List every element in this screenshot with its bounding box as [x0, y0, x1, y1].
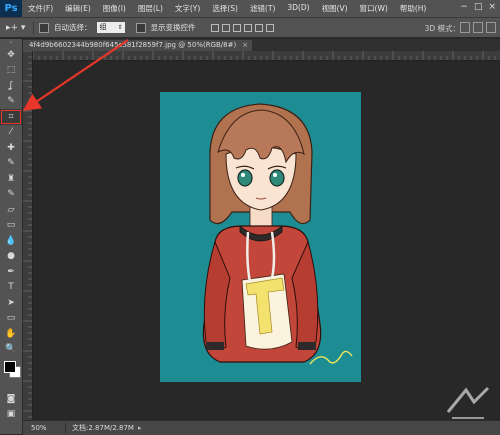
- orbit-3d-icon[interactable]: [460, 22, 470, 33]
- move-tool-icon[interactable]: ✥: [0, 47, 22, 63]
- horizontal-ruler: [32, 51, 500, 61]
- vertical-ruler: [23, 50, 33, 420]
- align-right-icon[interactable]: [265, 23, 274, 32]
- menu-bar: Ps 文件(F) 编辑(E) 图像(I) 图层(L) 文字(Y) 选择(S) 滤镜(T) 3D…: [0, 0, 500, 18]
- menu-item[interactable]: 图层(L): [132, 3, 169, 14]
- menu-item[interactable]: 窗口(W): [354, 3, 394, 14]
- menu-item[interactable]: 选择(S): [206, 3, 244, 14]
- align-buttons: [210, 23, 274, 32]
- mode-3d-label: 3D 模式：: [424, 24, 460, 33]
- watermark-graphic: [446, 386, 490, 419]
- mode-3d-buttons: [460, 22, 496, 33]
- dodge-tool-icon[interactable]: ●: [0, 249, 22, 265]
- path-select-tool-icon[interactable]: ➤: [0, 295, 22, 311]
- healing-brush-tool-icon[interactable]: ✚: [0, 140, 22, 156]
- move-tool-preset-icon[interactable]: ▸+ ▾: [6, 23, 28, 33]
- crop-tool-icon[interactable]: ⌗: [0, 109, 22, 125]
- menu-item[interactable]: 视图(V): [316, 3, 354, 14]
- history-brush-tool-icon[interactable]: ✎: [0, 187, 22, 203]
- horizontal-ruler-ticks: [32, 51, 496, 60]
- blur-tool-icon[interactable]: 💧: [0, 233, 22, 249]
- type-tool-icon[interactable]: T: [0, 280, 22, 296]
- gradient-tool-icon[interactable]: ▭: [0, 218, 22, 234]
- zoom-level[interactable]: 50%: [23, 424, 59, 432]
- align-bottom-icon[interactable]: [232, 23, 241, 32]
- maximize-button[interactable]: □: [474, 2, 483, 12]
- menu-item[interactable]: 图像(I): [97, 3, 132, 14]
- menu-item[interactable]: 3D(D): [281, 3, 315, 14]
- close-window-button[interactable]: ×: [488, 2, 496, 12]
- show-transform-label: 显示变换控件: [150, 23, 196, 32]
- document-tab[interactable]: 4f4d9b6602344b980f645c581f2859f7.jpg @ 5…: [23, 40, 253, 51]
- screen-mode-icon[interactable]: ▣: [0, 407, 22, 423]
- minimize-button[interactable]: −: [460, 2, 468, 12]
- marquee-tool-icon[interactable]: ⬚: [0, 63, 22, 79]
- menu-item[interactable]: 帮助(H): [394, 3, 433, 14]
- menu-item[interactable]: 滤镜(T): [244, 3, 281, 14]
- color-swatches: [0, 357, 22, 391]
- chevron-down-icon: ⇕: [117, 24, 123, 31]
- auto-select-dropdown[interactable]: 组 ⇕: [96, 22, 125, 33]
- window-controls: − □ ×: [460, 2, 496, 12]
- options-bar: ▸+ ▾ 自动选择： 组 ⇕ 显示变换控件 3D 模式：: [0, 18, 500, 38]
- document-tab-bar: 4f4d9b6602344b980f645c581f2859f7.jpg @ 5…: [23, 39, 500, 51]
- align-center-icon[interactable]: [254, 23, 263, 32]
- status-menu-arrow-icon[interactable]: ▸: [138, 424, 142, 432]
- pan-3d-icon[interactable]: [486, 22, 496, 33]
- pen-tool-icon[interactable]: ✒: [0, 264, 22, 280]
- quick-mask-icon[interactable]: ◙: [0, 391, 22, 407]
- zoom-tool-icon[interactable]: 🔍: [0, 342, 22, 358]
- document-tab-title: 4f4d9b6602344b980f645c581f2859f7.jpg @ 5…: [29, 41, 237, 49]
- toolbox: » ✥ ⬚ ʆ ✎ ⌗ ⁄ ✚ ✎ ♜ ✎ ▱ ▭ 💧 ● ✒ T ➤ ▭ ✋ 🔍 ◙ ▣: [0, 39, 23, 434]
- vertical-ruler-ticks: [23, 50, 32, 418]
- lasso-tool-icon[interactable]: ʆ: [0, 78, 22, 94]
- brush-tool-icon[interactable]: ✎: [0, 156, 22, 172]
- anime-girl-illustration: [202, 103, 353, 365]
- auto-select-value: 组: [99, 23, 107, 31]
- align-top-icon[interactable]: [210, 23, 219, 32]
- watermark-logo: [444, 382, 492, 424]
- tool-list: ✥ ⬚ ʆ ✎ ⌗ ⁄ ✚ ✎ ♜ ✎ ▱ ▭ 💧 ● ✒ T ➤ ▭ ✋ 🔍: [0, 47, 22, 357]
- close-icon[interactable]: ×: [242, 40, 248, 51]
- document-canvas-image[interactable]: [160, 92, 361, 382]
- quick-select-tool-icon[interactable]: ✎: [0, 94, 22, 110]
- document-size-info: 文档:2.87M/2.87M: [72, 424, 134, 432]
- clone-stamp-tool-icon[interactable]: ♜: [0, 171, 22, 187]
- menu-item[interactable]: 文件(F): [22, 3, 59, 14]
- hand-tool-icon[interactable]: ✋: [0, 326, 22, 342]
- options-separator: [33, 20, 34, 35]
- show-transform-checkbox[interactable]: [135, 22, 146, 33]
- align-middle-icon[interactable]: [221, 23, 230, 32]
- menu-item[interactable]: 编辑(E): [59, 3, 97, 14]
- status-separator: [65, 423, 66, 433]
- roll-3d-icon[interactable]: [473, 22, 483, 33]
- eyedropper-tool-icon[interactable]: ⁄: [0, 125, 22, 141]
- toolbox-collapse-icon[interactable]: »: [0, 39, 22, 47]
- status-bar: 50% 文档:2.87M/2.87M ▸: [23, 420, 500, 435]
- menu-item[interactable]: 文字(Y): [169, 3, 206, 14]
- auto-select-checkbox[interactable]: [39, 22, 49, 33]
- align-left-icon[interactable]: [243, 23, 252, 32]
- shape-tool-icon[interactable]: ▭: [0, 311, 22, 327]
- eraser-tool-icon[interactable]: ▱: [0, 202, 22, 218]
- auto-select-label: 自动选择：: [54, 23, 92, 32]
- foreground-color-swatch[interactable]: [4, 361, 16, 373]
- photoshop-logo: Ps: [0, 0, 22, 17]
- menu-items: 文件(F) 编辑(E) 图像(I) 图层(L) 文字(Y) 选择(S) 滤镜(T) 3D(D)…: [22, 3, 432, 14]
